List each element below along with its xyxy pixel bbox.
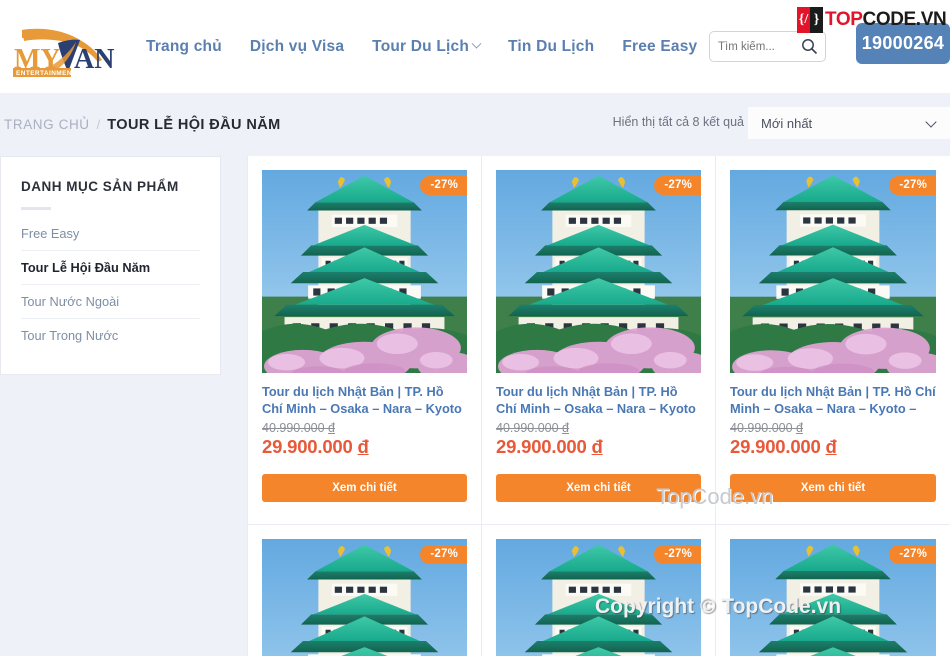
nav-item-free-easy[interactable]: Free Easy [622,38,697,56]
product-card[interactable]: -27% Tour du lịch Nhật Bản | TP. Hồ Chí M… [716,156,950,525]
site-logo[interactable]: MY AN ENTERTAINMENT [12,16,124,78]
nav-label: Tour Du Lịch [372,37,469,55]
product-title[interactable]: Tour du lịch Nhật Bản | TP. Hồ Chí Minh … [730,384,936,418]
breadcrumb-separator: / [96,117,101,132]
search-input[interactable] [718,40,802,53]
sidebar-item-tour-trong-nuoc[interactable]: Tour Trong Nước [21,319,200,352]
sale-price-value: 29.900.000 [262,436,353,457]
hotline-number: 19000264 [861,33,945,53]
currency-symbol: đ [357,436,369,457]
sidebar-item-tour-le-hoi-dau-nam[interactable]: Tour Lễ Hội Đầu Năm [21,251,200,285]
currency-symbol: đ [825,436,837,457]
product-sale-price: 29.900.000 đ [730,436,936,458]
topcode-brand-text: TOPCODE.VN [825,9,947,31]
main-navigation: Trang chủ Dịch vụ Visa Tour Du Lịch Tin … [146,38,697,56]
nav-label: Tin Du Lịch [508,37,595,55]
product-grid: -27% Tour du lịch Nhật Bản | TP. Hồ Chí M… [248,156,950,656]
nav-label: Trang chủ [146,37,222,55]
nav-item-trang-chu[interactable]: Trang chủ [146,38,222,56]
result-count: Hiển thị tất cả 8 kết quả [612,115,744,129]
discount-badge: -27% [889,545,936,564]
sidebar-item-label: Tour Nước Ngoài [21,294,120,309]
product-old-price: 40.990.000 đ [262,421,467,435]
topcode-brand-top: TOP [825,9,863,30]
sidebar: DANH MỤC SẢN PHẨM Free Easy Tour Lễ Hội … [0,156,221,656]
product-image[interactable]: -27% [496,170,701,373]
sort-selected-label: Mới nhất [761,115,813,131]
product-image[interactable]: -27% [730,539,936,656]
product-old-price: 40.990.000 đ [730,421,936,435]
discount-badge: -27% [889,176,936,195]
product-old-price: 40.990.000 đ [496,421,701,435]
product-sale-price: 29.900.000 đ [496,436,701,458]
view-detail-button[interactable]: Xem chi tiết [730,474,936,502]
currency-symbol: đ [591,436,603,457]
topcode-mark-left: {/ [797,7,810,33]
product-card[interactable]: -27%Tour du lịch Nhật Bản | TP. Hồ Chí M… [482,525,716,656]
sidebar-divider [21,207,51,210]
view-detail-button[interactable]: Xem chi tiết [496,474,701,502]
sidebar-title: DANH MỤC SẢN PHẨM [21,179,179,194]
nav-item-dich-vu-visa[interactable]: Dịch vụ Visa [250,38,344,56]
sale-price-value: 29.900.000 [496,436,587,457]
nav-item-tour-du-lich[interactable]: Tour Du Lịch [372,37,482,56]
svg-text:AN: AN [74,44,114,75]
topcode-mark-icon: {/ } [797,7,823,33]
nav-label: Free Easy [622,37,698,55]
nav-label: Dịch vụ Visa [249,37,345,55]
product-image[interactable]: -27% [262,170,467,373]
product-image[interactable]: -27% [262,539,467,656]
chevron-down-icon [471,38,482,49]
product-category-panel: DANH MỤC SẢN PHẨM Free Easy Tour Lễ Hội … [0,156,221,375]
discount-badge: -27% [420,545,467,564]
product-title[interactable]: Tour du lịch Nhật Bản | TP. Hồ Chí Minh … [262,384,467,418]
old-price-value: 40.990.000 [730,421,793,435]
site-header: MY AN ENTERTAINMENT Trang chủ Dịch vụ Vi… [0,0,950,93]
product-sale-price: 29.900.000 đ [262,436,467,458]
currency-symbol: đ [328,421,335,435]
product-card[interactable]: -27%Tour du lịch Nhật Bản | TP. Hồ Chí M… [716,525,950,656]
topcode-brand-code: CODE.VN [862,9,947,30]
topcode-watermark-logo: {/ } TOPCODE.VN [797,7,947,33]
page-body: DANH MỤC SẢN PHẨM Free Easy Tour Lễ Hội … [0,156,950,656]
breadcrumb-home[interactable]: TRANG CHỦ [4,117,90,132]
sale-price-value: 29.900.000 [730,436,821,457]
product-title[interactable]: Tour du lịch Nhật Bản | TP. Hồ Chí Minh … [496,384,701,418]
currency-symbol: đ [796,421,803,435]
product-image[interactable]: -27% [730,170,936,373]
discount-badge: -27% [654,176,701,195]
old-price-value: 40.990.000 [496,421,559,435]
product-card[interactable]: -27%Tour du lịch Nhật Bản | TP. Hồ Chí M… [248,525,482,656]
page-title: TOUR LỄ HỘI ĐẦU NĂM [107,116,281,133]
sidebar-item-label: Free Easy [21,226,80,241]
currency-symbol: đ [562,421,569,435]
product-grid-area: -27% Tour du lịch Nhật Bản | TP. Hồ Chí M… [247,156,950,656]
search-icon[interactable] [801,38,818,60]
product-card[interactable]: -27% Tour du lịch Nhật Bản | TP. Hồ Chí M… [482,156,716,525]
search-box[interactable] [709,31,826,62]
sidebar-item-label: Tour Trong Nước [21,328,119,343]
sidebar-item-label: Tour Lễ Hội Đầu Năm [21,260,151,275]
discount-badge: -27% [654,545,701,564]
topcode-mark-right: } [810,7,823,33]
chevron-down-icon [925,116,937,128]
old-price-value: 40.990.000 [262,421,325,435]
discount-badge: -27% [420,176,467,195]
sidebar-item-tour-nuoc-ngoai[interactable]: Tour Nước Ngoài [21,285,200,319]
product-card[interactable]: -27% Tour du lịch Nhật Bản | TP. Hồ Chí M… [248,156,482,525]
sidebar-item-free-easy[interactable]: Free Easy [21,224,200,251]
view-detail-button[interactable]: Xem chi tiết [262,474,467,502]
sort-dropdown[interactable]: Mới nhất [748,107,950,139]
product-image[interactable]: -27% [496,539,701,656]
breadcrumb-toolbar: TRANG CHỦ / TOUR LỄ HỘI ĐẦU NĂM Hiển thị… [0,93,950,156]
nav-item-tin-du-lich[interactable]: Tin Du Lịch [508,38,594,56]
svg-text:ENTERTAINMENT: ENTERTAINMENT [16,70,76,77]
